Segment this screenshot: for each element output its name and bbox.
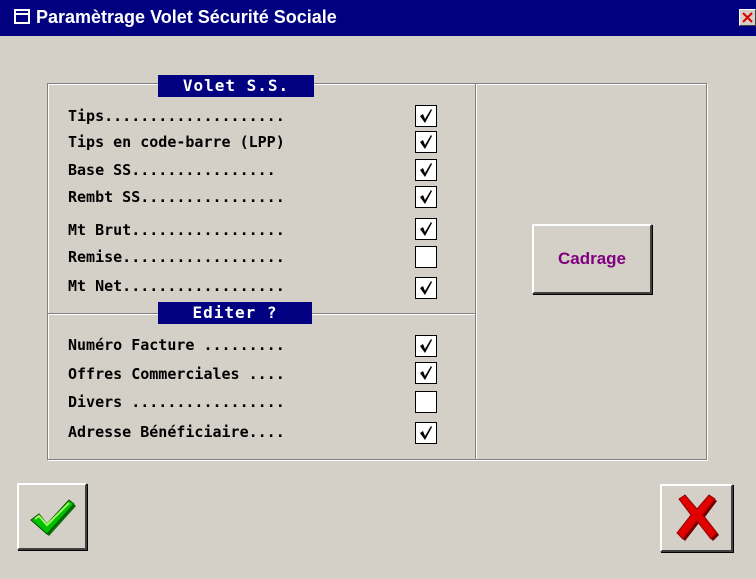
cross-icon [676,494,719,541]
option-label-divers: Divers ................. [68,393,285,411]
title-bar: Paramètrage Volet Sécurité Sociale [0,0,756,36]
section-label-volet-ss: Volet S.S. [158,75,314,97]
option-label-mt-net: Mt Net.................. [68,277,285,295]
option-label-offres-commerciales: Offres Commerciales .... [68,365,285,383]
checkbox-numero-facture[interactable] [415,335,437,357]
checkbox-adresse-beneficiaire[interactable] [415,422,437,444]
checkbox-rembt-ss[interactable] [415,186,437,208]
option-label-rembt-ss: Rembt SS................ [68,188,285,206]
option-label-numero-facture: Numéro Facture ......... [68,336,285,354]
checkbox-tips[interactable] [415,105,437,127]
option-label-base-ss: Base SS................ [68,161,276,179]
checkbox-offres-commerciales[interactable] [415,362,437,384]
check-icon [420,135,432,149]
option-label-tips-code-barre: Tips en code-barre (LPP) [68,133,285,151]
check-icon [420,366,432,380]
check-icon [420,222,432,236]
cancel-button[interactable] [660,484,733,552]
check-icon [420,190,432,204]
checkbox-base-ss[interactable] [415,159,437,181]
ok-button[interactable] [17,483,87,550]
checkbox-divers[interactable] [415,391,437,413]
check-icon [420,426,432,440]
check-icon [420,339,432,353]
option-label-mt-brut: Mt Brut................. [68,221,285,239]
vertical-divider [475,84,476,459]
option-label-tips: Tips.................... [68,107,285,125]
checkbox-mt-net[interactable] [415,277,437,299]
check-icon [420,109,432,123]
checkbox-remise[interactable] [415,246,437,268]
section-label-editer: Editer ? [158,302,312,324]
option-label-remise: Remise.................. [68,248,285,266]
check-icon [420,163,432,177]
check-icon [420,281,432,295]
close-icon[interactable] [739,9,756,26]
checkmark-icon [30,499,76,536]
checkbox-tips-code-barre[interactable] [415,131,437,153]
cadrage-button[interactable]: Cadrage [532,224,652,294]
window-icon [14,9,30,24]
window-title: Paramètrage Volet Sécurité Sociale [36,7,337,27]
option-label-adresse-beneficiaire: Adresse Bénéficiaire.... [68,423,285,441]
checkbox-mt-brut[interactable] [415,218,437,240]
